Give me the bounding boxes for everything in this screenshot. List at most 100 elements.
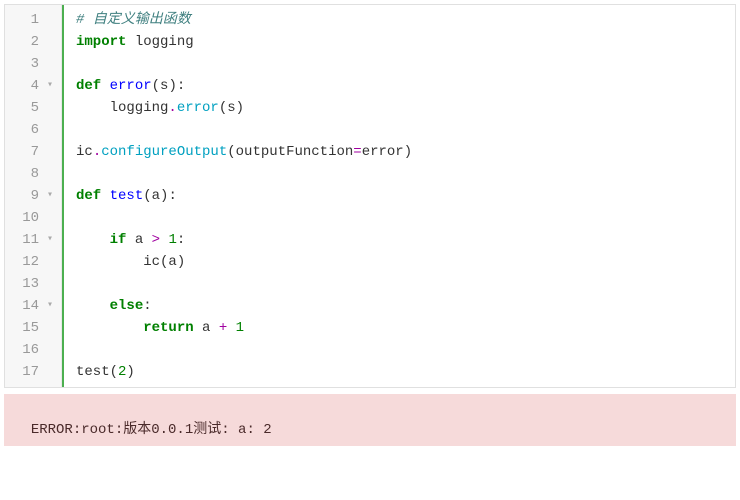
line-number: 14 [17,295,39,317]
keyword-token: return [143,320,193,336]
gutter-row: 1 [5,9,61,31]
indent [76,254,143,270]
call-token: ic [143,254,160,270]
line-number: 13 [17,273,39,295]
fold-marker[interactable]: ▾ [43,75,57,97]
op-token: > [152,232,160,248]
op-token: + [219,320,227,336]
keyword-token: def [76,78,101,94]
gutter-row: 15 [5,317,61,339]
gutter-row: 9▾ [5,185,61,207]
line-number: 6 [17,119,39,141]
fold-marker[interactable]: ▾ [43,185,57,207]
gutter-row: 3 [5,53,61,75]
paren-token: ) [404,144,412,160]
keyword-token: import [76,34,126,50]
gutter-row: 10 [5,207,61,229]
error-output: ERROR:root:版本0.0.1测试: a: 2 [4,394,736,446]
op-token: . [168,100,176,116]
gutter-row: 17 [5,361,61,383]
paren-token: ( [110,364,118,380]
funcdef-token: test [101,188,143,204]
code-line [76,119,735,141]
colon-token: : [177,232,185,248]
line-number: 1 [17,9,39,31]
code-line: import logging [76,31,735,53]
code-line: return a + 1 [76,317,735,339]
number-token: 1 [236,320,244,336]
line-gutter: 1 2 3 4▾ 5 6 7 8 9▾ 10 11▾ 12 13 14▾ 15 … [5,5,62,387]
number-token: 1 [168,232,176,248]
name-token: a [194,320,219,336]
space [227,320,235,336]
indent [76,320,143,336]
gutter-row: 12 [5,251,61,273]
gutter-row: 7 [5,141,61,163]
name-token: a [126,232,151,248]
call-token: error [177,100,219,116]
signature-token: (a): [143,188,177,204]
keyword-token: def [76,188,101,204]
name-token: logging [76,100,168,116]
code-line: def test(a): [76,185,735,207]
fold-marker[interactable]: ▾ [43,295,57,317]
signature-token: (s): [152,78,186,94]
line-number: 4 [17,75,39,97]
code-line [76,53,735,75]
code-line: logging.error(s) [76,97,735,119]
line-number: 15 [17,317,39,339]
gutter-row: 4▾ [5,75,61,97]
comment-token: # 自定义输出函数 [76,12,191,28]
line-number: 3 [17,53,39,75]
gutter-row: 11▾ [5,229,61,251]
code-line: else: [76,295,735,317]
line-number: 8 [17,163,39,185]
gutter-row: 5 [5,97,61,119]
code-line: def error(s): [76,75,735,97]
indent [76,298,110,314]
gutter-row: 6 [5,119,61,141]
call-token: test [76,364,110,380]
gutter-row: 2 [5,31,61,53]
paren-token: ) [126,364,134,380]
code-line: if a > 1: [76,229,735,251]
line-number: 7 [17,141,39,163]
code-line: # 自定义输出函数 [76,9,735,31]
code-line [76,273,735,295]
code-line [76,207,735,229]
name-token: error [362,144,404,160]
line-number: 16 [17,339,39,361]
keyword-token: if [110,232,127,248]
gutter-row: 8 [5,163,61,185]
gutter-row: 13 [5,273,61,295]
code-line: ic(a) [76,251,735,273]
line-number: 12 [17,251,39,273]
line-number: 11 [17,229,39,251]
code-line: test(2) [76,361,735,383]
code-editor: 1 2 3 4▾ 5 6 7 8 9▾ 10 11▾ 12 13 14▾ 15 … [4,4,736,388]
indent [76,232,110,248]
paren-token: ( [227,144,235,160]
code-line [76,339,735,361]
name-token: ic [76,144,93,160]
gutter-row: 14▾ [5,295,61,317]
args-token: (s) [219,100,244,116]
code-content[interactable]: # 自定义输出函数 import logging def error(s): l… [62,5,735,387]
code-line [76,163,735,185]
colon-token: : [143,298,151,314]
code-line: ic.configureOutput(outputFunction=error) [76,141,735,163]
line-number: 10 [17,207,39,229]
error-text: ERROR:root:版本0.0.1测试: a: 2 [31,422,272,438]
call-token: configureOutput [101,144,227,160]
keyword-token: else [110,298,144,314]
gutter-row: 16 [5,339,61,361]
fold-marker[interactable]: ▾ [43,229,57,251]
name-token: logging [126,34,193,50]
funcdef-token: error [101,78,151,94]
line-number: 9 [17,185,39,207]
op-token: = [353,144,361,160]
line-number: 17 [17,361,39,383]
op-token: . [93,144,101,160]
line-number: 2 [17,31,39,53]
kwarg-token: outputFunction [236,144,354,160]
